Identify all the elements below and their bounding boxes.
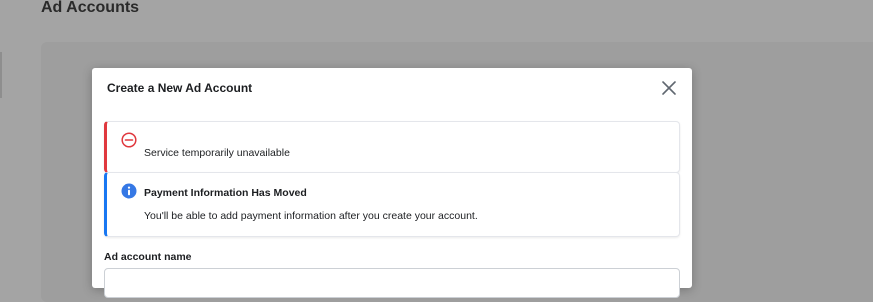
page-title: Ad Accounts: [41, 0, 140, 16]
dialog-title: Create a New Ad Account: [107, 81, 253, 95]
close-icon: [662, 81, 676, 95]
info-alert: Payment Information Has Moved You'll be …: [104, 172, 680, 237]
error-alert: Service temporarily unavailable: [104, 121, 680, 173]
info-heading: Payment Information Has Moved: [144, 187, 307, 199]
error-message: Service temporarily unavailable: [144, 147, 290, 159]
close-button[interactable]: [659, 78, 679, 98]
info-message: You'll be able to add payment informatio…: [144, 210, 478, 222]
ad-account-name-input[interactable]: [104, 268, 680, 298]
info-icon: [121, 183, 137, 204]
sidebar-edge: [0, 52, 2, 98]
create-ad-account-dialog: Create a New Ad Account Service temporar…: [92, 68, 692, 298]
ad-account-name-label: Ad account name: [104, 251, 192, 263]
error-circle-icon: [121, 132, 137, 153]
